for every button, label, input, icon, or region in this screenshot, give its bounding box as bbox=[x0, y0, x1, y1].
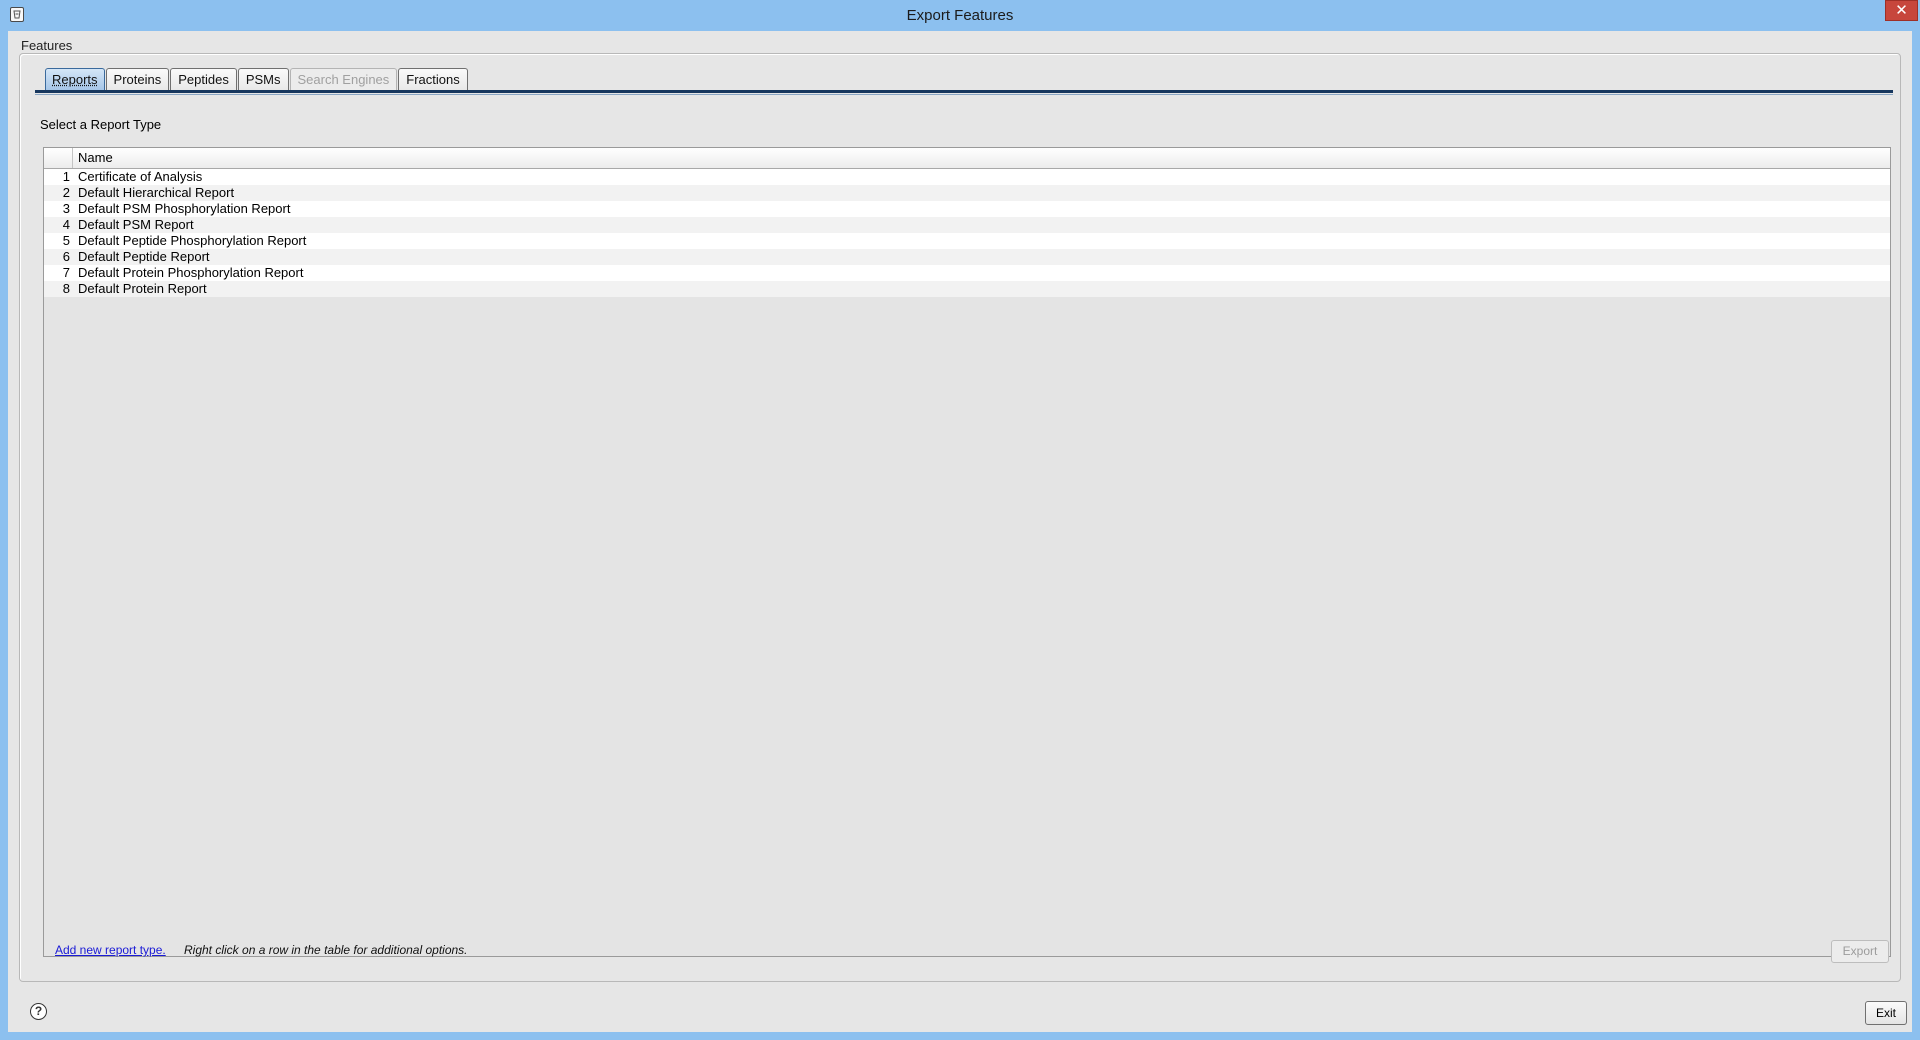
window-title: Export Features bbox=[906, 7, 1014, 24]
table-row[interactable]: 8 Default Protein Report bbox=[44, 281, 1890, 297]
table-row[interactable]: 7 Default Protein Phosphorylation Report bbox=[44, 265, 1890, 281]
features-group-label: Features bbox=[21, 38, 73, 53]
row-name: Default PSM Report bbox=[78, 217, 194, 232]
close-icon: ✕ bbox=[1895, 2, 1908, 19]
tab-search-engines: Search Engines bbox=[289, 68, 398, 90]
title-bar[interactable]: Export Features ✕ bbox=[0, 0, 1920, 31]
row-index: 4 bbox=[62, 217, 70, 232]
tab-proteins-label: Proteins bbox=[113, 72, 162, 87]
table-body: 1 Certificate of Analysis 2 Default Hier… bbox=[44, 169, 1890, 297]
table-header: Name bbox=[44, 148, 1890, 169]
row-index: 2 bbox=[62, 185, 70, 200]
row-index: 1 bbox=[62, 169, 70, 184]
tab-divider bbox=[35, 90, 1893, 93]
tab-fractions-label: Fractions bbox=[406, 72, 460, 87]
tab-psms-label: PSMs bbox=[245, 72, 281, 87]
tab-peptides-label: Peptides bbox=[178, 72, 229, 87]
tab-search-engines-label: Search Engines bbox=[297, 72, 390, 87]
row-index: 8 bbox=[62, 281, 70, 296]
table-row[interactable]: 6 Default Peptide Report bbox=[44, 249, 1890, 265]
table-row[interactable]: 4 Default PSM Report bbox=[44, 217, 1890, 233]
table-row[interactable]: 1 Certificate of Analysis bbox=[44, 169, 1890, 185]
tab-reports[interactable]: Reports bbox=[45, 68, 105, 90]
add-new-report-type-link[interactable]: Add new report type. bbox=[55, 943, 166, 957]
row-name: Default Peptide Report bbox=[78, 249, 210, 264]
row-name: Default Hierarchical Report bbox=[78, 185, 235, 200]
row-index: 5 bbox=[62, 233, 70, 248]
index-column-header[interactable] bbox=[44, 148, 73, 168]
export-features-window: Export Features ✕ Features Reports Prote… bbox=[0, 0, 1920, 1040]
row-name: Default Peptide Phosphorylation Report bbox=[78, 233, 307, 248]
export-button[interactable]: Export bbox=[1831, 940, 1889, 963]
table-row[interactable]: 5 Default Peptide Phosphorylation Report bbox=[44, 233, 1890, 249]
right-click-hint: Right click on a row in the table for ad… bbox=[184, 943, 468, 957]
row-name: Default PSM Phosphorylation Report bbox=[78, 201, 291, 216]
tab-peptides[interactable]: Peptides bbox=[170, 68, 237, 90]
row-name: Certificate of Analysis bbox=[78, 169, 203, 184]
feature-tabs: Reports Proteins Peptides PSMs Search En… bbox=[45, 68, 469, 90]
help-icon[interactable]: ? bbox=[30, 1003, 47, 1020]
row-index: 7 bbox=[62, 265, 70, 280]
table-row[interactable]: 2 Default Hierarchical Report bbox=[44, 185, 1890, 201]
report-type-table[interactable]: Name 1 Certificate of Analysis 2 Default… bbox=[43, 147, 1891, 957]
tab-proteins[interactable]: Proteins bbox=[105, 68, 170, 90]
tab-fractions[interactable]: Fractions bbox=[398, 68, 468, 90]
close-button[interactable]: ✕ bbox=[1885, 0, 1918, 21]
row-index: 3 bbox=[62, 201, 70, 216]
row-name: Default Protein Report bbox=[78, 281, 207, 296]
tab-divider-shadow bbox=[35, 94, 1893, 95]
tab-reports-label: Reports bbox=[52, 72, 98, 87]
exit-button[interactable]: Exit bbox=[1865, 1001, 1907, 1025]
row-name: Default Protein Phosphorylation Report bbox=[78, 265, 304, 280]
select-report-type-label: Select a Report Type bbox=[40, 117, 162, 132]
row-index: 6 bbox=[62, 249, 70, 264]
dialog-content: Features Reports Proteins Peptides PSMs … bbox=[8, 31, 1912, 1032]
table-row[interactable]: 3 Default PSM Phosphorylation Report bbox=[44, 201, 1890, 217]
name-column-header[interactable]: Name bbox=[78, 148, 113, 168]
tab-psms[interactable]: PSMs bbox=[237, 68, 289, 90]
